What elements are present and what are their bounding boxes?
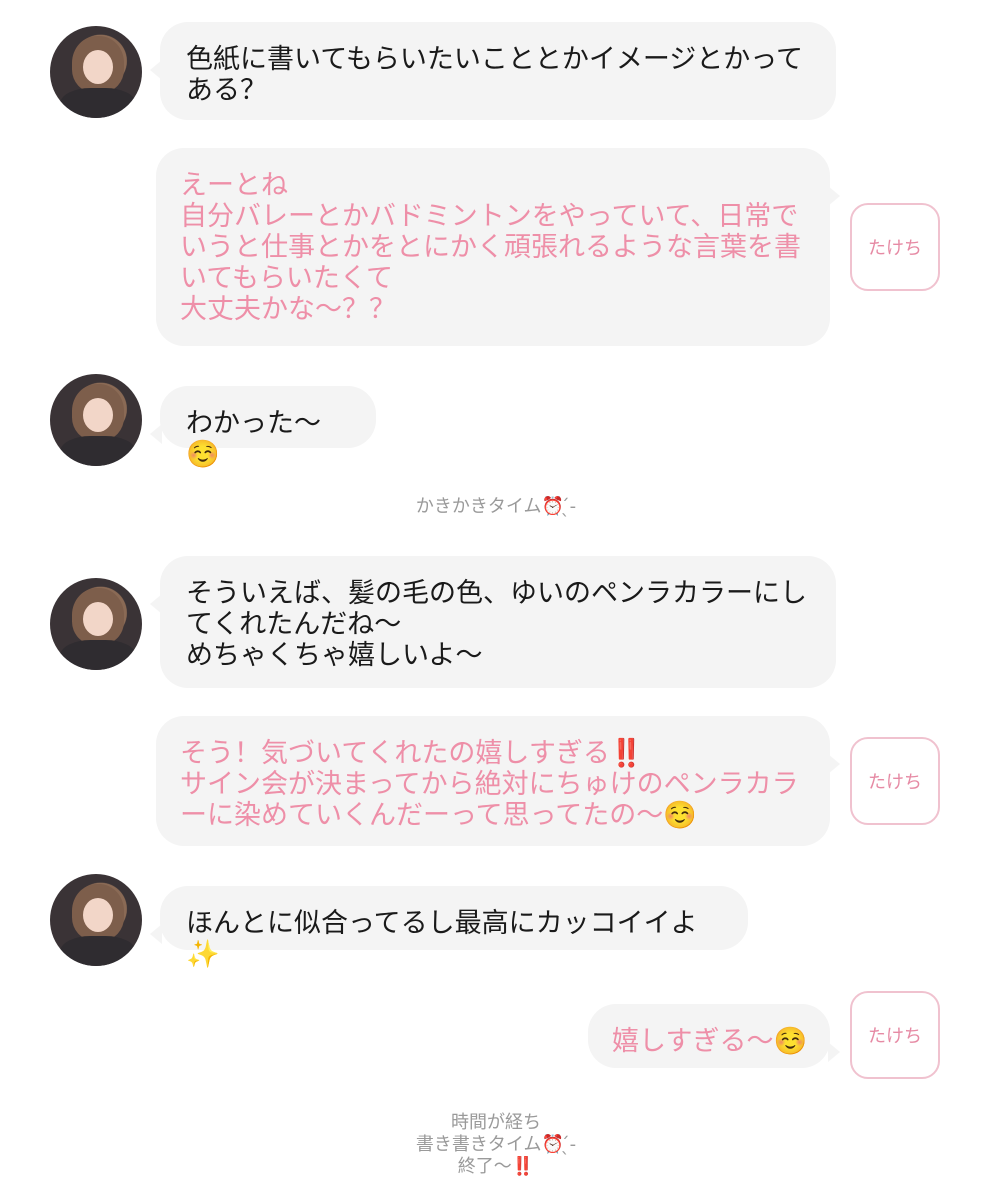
message-bubble-7: 嬉しすぎる〜☺️ [588,1004,840,1068]
message-bubble-4: そういえば、髪の毛の色、ゆいのペンラカラーにし てくれたんだね〜 めちゃくちゃ嬉… [150,556,836,688]
my-name-box-2: たけち [850,737,940,825]
message-bubble-5: そう！気づいてくれたの嬉しすぎる‼️ サイン会が決まってから絶対にちゅけのペンラ… [156,716,840,846]
avatar-4 [50,874,142,966]
my-name-box-3: たけち [850,991,940,1079]
system-message-2: 時間が経ち 書き書きタイム⏰ ̖́- 終了〜‼️ [415,1112,577,1177]
avatar-3 [50,578,142,670]
system-message-1: かきかきタイム⏰ ̖́- [415,496,577,517]
message-bubble-1: 色紙に書いてもらいたいこととかイメージとかって ある？ [150,22,836,120]
message-bubble-2: えーとね 自分バレーとかバドミントンをやっていて、日常で いうと仕事とかをとにか… [156,148,840,346]
avatar-1 [50,26,142,118]
avatar-2 [50,374,142,466]
message-bubble-6: ほんとに似合ってるし最高にカッコイイよ✨ [150,886,748,970]
message-bubble-3: わかった〜☺️ [150,386,376,470]
my-name-box-1: たけち [850,203,940,291]
